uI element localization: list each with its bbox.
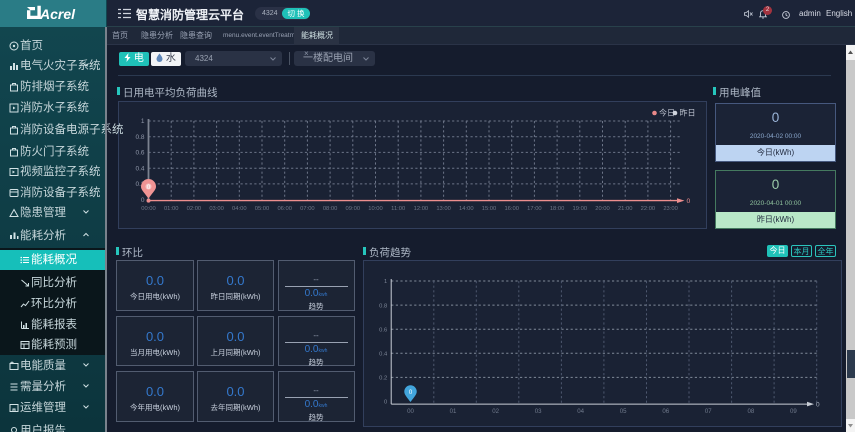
svg-text:08: 08 — [748, 408, 755, 415]
svg-text:昨日: 昨日 — [680, 108, 696, 118]
svg-text:Acrel: Acrel — [39, 6, 76, 22]
svg-text:10:00: 10:00 — [368, 206, 383, 212]
svg-text:05:00: 05:00 — [255, 206, 270, 212]
svg-text:04: 04 — [577, 408, 584, 415]
svg-text:21:00: 21:00 — [618, 206, 633, 212]
svg-text:14:00: 14:00 — [459, 206, 474, 212]
svg-text:12:00: 12:00 — [414, 206, 429, 212]
svg-text:23:00: 23:00 — [663, 206, 678, 212]
svg-text:04:00: 04:00 — [232, 206, 247, 212]
svg-text:0.6: 0.6 — [135, 150, 144, 157]
svg-text:0.8: 0.8 — [379, 303, 387, 309]
svg-text:09:00: 09:00 — [346, 206, 361, 212]
svg-text:13:00: 13:00 — [436, 206, 451, 212]
svg-text:03:00: 03:00 — [209, 206, 224, 212]
svg-text:09: 09 — [790, 408, 797, 415]
svg-text:00: 00 — [407, 408, 414, 415]
svg-text:0: 0 — [141, 197, 145, 204]
svg-text:0.8: 0.8 — [135, 134, 144, 141]
svg-text:20:00: 20:00 — [595, 206, 610, 212]
svg-text:03: 03 — [535, 408, 542, 415]
svg-text:01:00: 01:00 — [164, 206, 179, 212]
svg-text:0: 0 — [687, 198, 691, 205]
svg-text:17:00: 17:00 — [527, 206, 542, 212]
svg-text:06:00: 06:00 — [277, 206, 292, 212]
svg-text:今日: 今日 — [659, 108, 675, 118]
svg-text:0.6: 0.6 — [379, 327, 387, 333]
svg-text:16:00: 16:00 — [504, 206, 519, 212]
svg-text:05: 05 — [620, 408, 627, 415]
svg-text:19:00: 19:00 — [573, 206, 588, 212]
svg-text:11:00: 11:00 — [391, 206, 405, 212]
svg-text:0.2: 0.2 — [379, 376, 387, 382]
svg-text:1: 1 — [141, 118, 145, 125]
svg-text:0.4: 0.4 — [379, 352, 388, 358]
svg-text:0: 0 — [384, 400, 387, 406]
svg-text:07: 07 — [705, 408, 712, 415]
svg-text:02: 02 — [492, 408, 499, 415]
svg-text:0.4: 0.4 — [135, 165, 144, 172]
svg-text:1: 1 — [384, 279, 387, 285]
svg-text:22:00: 22:00 — [641, 206, 656, 212]
svg-text:07:00: 07:00 — [300, 206, 315, 212]
svg-text:08:00: 08:00 — [323, 206, 338, 212]
svg-text:06: 06 — [662, 408, 669, 415]
svg-text:15:00: 15:00 — [482, 206, 497, 212]
svg-text:0: 0 — [816, 402, 820, 409]
svg-text:18:00: 18:00 — [550, 206, 565, 212]
svg-text:00:00: 00:00 — [141, 206, 156, 212]
svg-text:02:00: 02:00 — [187, 206, 202, 212]
svg-text:01: 01 — [450, 408, 457, 415]
